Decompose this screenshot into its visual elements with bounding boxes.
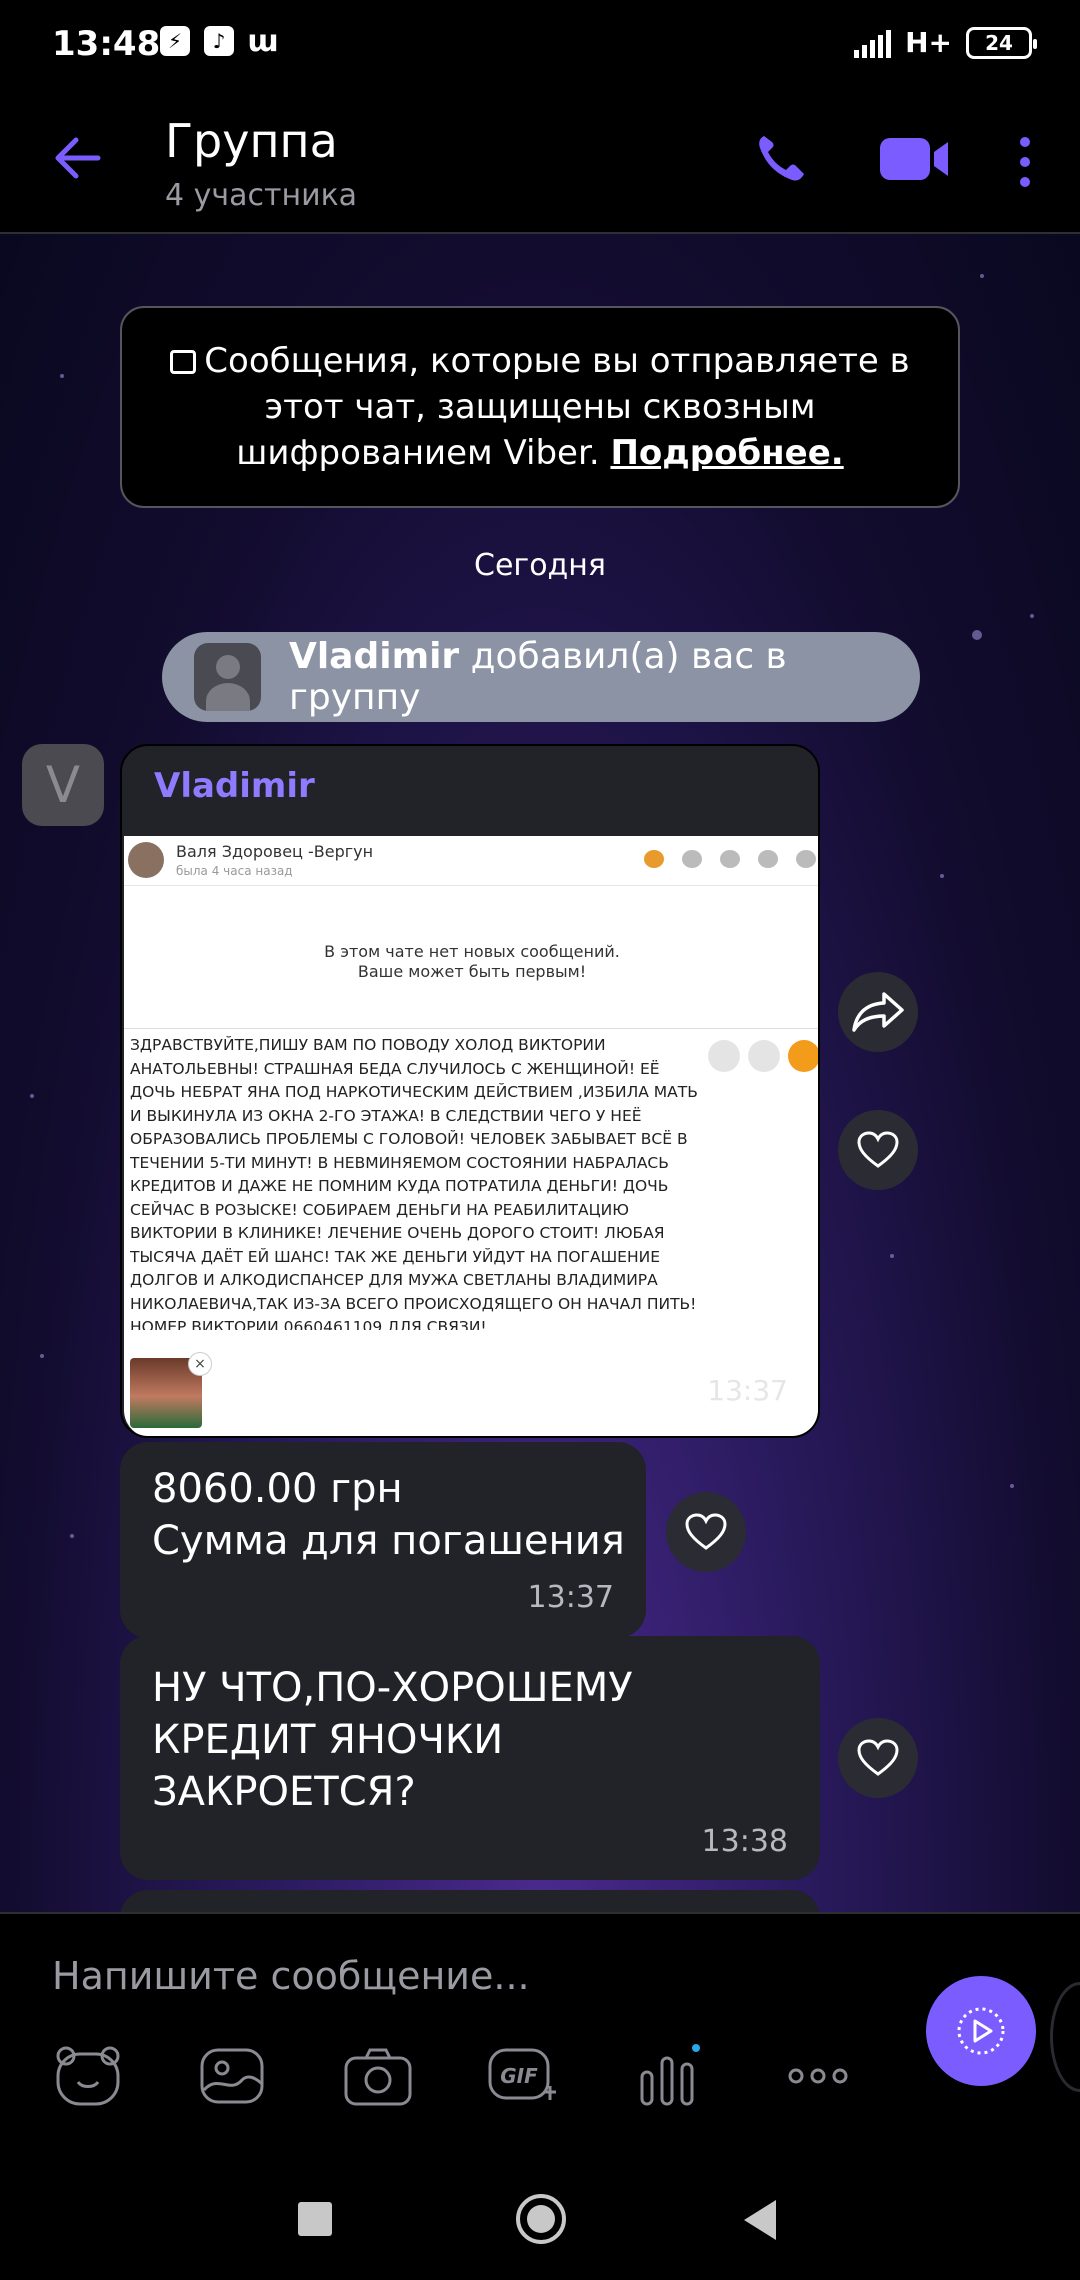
shield-icon: ⚡: [160, 26, 190, 56]
gallery-icon[interactable]: [196, 2044, 268, 2108]
system-navigation-bar: [0, 2122, 1080, 2280]
send-icon: [957, 2007, 1005, 2055]
battery-icon: 24: [966, 26, 1037, 59]
sender-name[interactable]: Vladimir: [154, 766, 315, 806]
chat-subtitle[interactable]: 4 участника: [165, 178, 357, 213]
message-text: 8060.00 грн: [152, 1466, 403, 1512]
share-button[interactable]: [838, 972, 918, 1052]
message-time: 13:38: [701, 1824, 788, 1859]
status-time: 13:48: [52, 24, 161, 64]
message-composer: Напишите сообщение... GIF: [0, 1912, 1080, 2122]
home-button[interactable]: [516, 2194, 566, 2244]
avatar: [128, 842, 164, 878]
text-message[interactable]: [120, 1890, 820, 1912]
status-bar: 13:48 ⚡ ♪ ɯ H+ 24: [0, 0, 1080, 90]
phone-icon[interactable]: [752, 130, 808, 186]
message-text: НУ ЧТО,ПО-ХОРОШЕМУ КРЕДИТ ЯНОЧКИ ЗАКРОЕТ…: [152, 1665, 633, 1815]
chat-area[interactable]: Сообщения, которые вы отправляете в этот…: [0, 234, 1080, 1912]
encryption-notice: Сообщения, которые вы отправляете в этот…: [120, 306, 960, 508]
image-message[interactable]: Vladimir Валя Здоровец -Вергун была 4 ча…: [120, 744, 820, 1438]
svg-text:GIF: GIF: [500, 2064, 538, 2088]
send-button[interactable]: [926, 1976, 1036, 2086]
message-text: Сумма для погашения: [152, 1518, 625, 1564]
share-icon: [852, 992, 904, 1032]
message-input[interactable]: Напишите сообщение...: [52, 1954, 530, 1998]
poll-icon[interactable]: [632, 2044, 704, 2108]
system-back-button[interactable]: [744, 2200, 776, 2240]
like-button[interactable]: [666, 1492, 746, 1572]
more-horizontal-icon[interactable]: [782, 2044, 854, 2108]
learn-more-link[interactable]: Подробнее.: [610, 433, 843, 473]
date-divider: Сегодня: [474, 548, 606, 583]
text-message[interactable]: 8060.00 грн Сумма для погашения 13:37: [120, 1442, 646, 1638]
camera-icon[interactable]: [342, 2044, 414, 2108]
tiktok-icon: ♪: [204, 26, 234, 56]
chat-title[interactable]: Группа: [165, 114, 338, 168]
close-icon: ×: [188, 1352, 212, 1376]
gif-icon[interactable]: GIF: [486, 2044, 558, 2108]
chat-header: Группа 4 участника: [0, 90, 1080, 234]
avatar[interactable]: [194, 643, 261, 711]
like-button[interactable]: [838, 1110, 918, 1190]
signal-icon: [854, 28, 892, 58]
back-arrow-icon[interactable]: [50, 130, 106, 186]
heart-icon: [857, 1131, 899, 1168]
app-notification-icon: ɯ: [247, 23, 279, 59]
recent-apps-button[interactable]: [298, 2202, 332, 2236]
like-button[interactable]: [838, 1718, 918, 1798]
sender-avatar[interactable]: V: [22, 744, 104, 826]
message-time: 13:37: [527, 1580, 614, 1615]
message-image[interactable]: Валя Здоровец -Вергун была 4 часа назад …: [124, 836, 818, 1436]
lock-icon: [170, 350, 197, 374]
text-message[interactable]: НУ ЧТО,ПО-ХОРОШЕМУ КРЕДИТ ЯНОЧКИ ЗАКРОЕТ…: [120, 1636, 820, 1880]
video-icon[interactable]: [878, 132, 950, 186]
system-message-name: Vladimir: [288, 636, 460, 677]
network-type: H+: [905, 26, 952, 59]
heart-icon: [857, 1739, 899, 1776]
more-vertical-icon[interactable]: [1010, 134, 1040, 190]
message-time: 13:37: [707, 1374, 788, 1407]
sticker-icon[interactable]: [52, 2044, 124, 2108]
system-message: Vladimir добавил(а) вас в группу: [162, 632, 920, 722]
heart-icon: [685, 1513, 727, 1550]
